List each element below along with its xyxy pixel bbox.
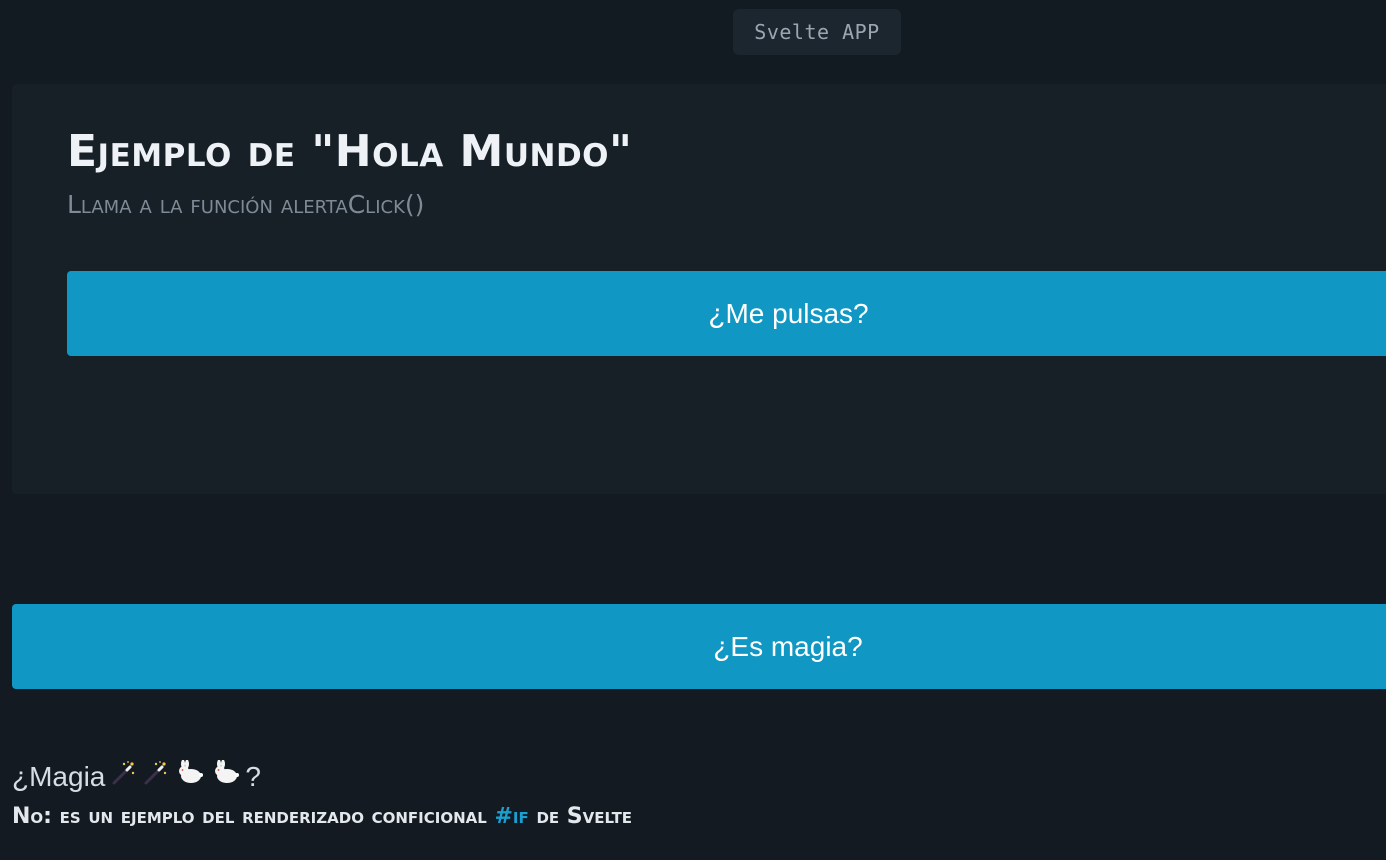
magic-wand-icon <box>143 760 169 793</box>
is-magic-button[interactable]: ¿Es magia? <box>12 604 1386 689</box>
rabbit-icon <box>211 759 241 793</box>
app-name-badge: Svelte APP <box>733 9 901 55</box>
note-text-before: es un ejemplo del renderizado conficiona… <box>59 804 487 829</box>
rabbit-icon <box>175 759 205 793</box>
conditional-render-note: No: es un ejemplo del renderizado confic… <box>12 804 632 829</box>
card-subtitle: Llama a la función alertaClick() <box>67 190 425 219</box>
magic-question-prefix: ¿Magia <box>12 760 106 792</box>
top-bar: Svelte APP <box>0 0 1386 84</box>
magic-question: ¿Magia ? <box>12 759 261 793</box>
note-lead: No: <box>12 804 52 829</box>
card-title: Ejemplo de "Hola Mundo" <box>67 126 633 177</box>
app-page: Svelte APP Ejemplo de "Hola Mundo" Llama… <box>0 0 1386 860</box>
magic-question-suffix: ? <box>245 760 261 792</box>
if-keyword: #if <box>494 804 529 829</box>
note-text-after: de Svelte <box>536 804 633 829</box>
magic-wand-icon <box>111 760 137 793</box>
click-me-button[interactable]: ¿Me pulsas? <box>67 271 1386 356</box>
